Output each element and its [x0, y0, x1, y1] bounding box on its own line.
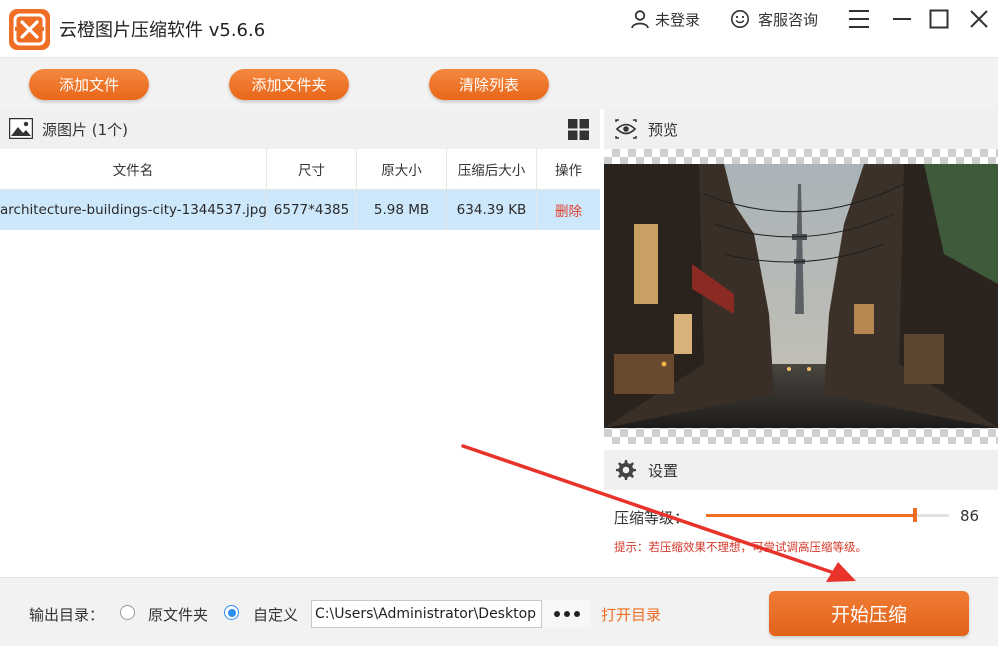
- radio-selected-dot: [227, 608, 236, 617]
- radio-original-folder[interactable]: [120, 605, 135, 620]
- column-header-filename: 文件名: [0, 149, 267, 189]
- app-logo-icon: [9, 9, 50, 50]
- close-icon: [970, 10, 988, 28]
- table-row[interactable]: architecture-buildings-city-1344537.jpg …: [0, 190, 600, 230]
- close-button[interactable]: [966, 6, 992, 32]
- original-size-cell: 5.98 MB: [357, 190, 447, 229]
- settings-header: 设置: [604, 450, 998, 490]
- table-header: 文件名 尺寸 原大小 压缩后大小 操作: [0, 149, 600, 190]
- smiley-icon: [731, 10, 749, 28]
- user-icon: [631, 10, 649, 29]
- gear-icon: [616, 460, 636, 480]
- source-images-label: 源图片 (1个): [42, 121, 129, 139]
- maximize-button[interactable]: [926, 6, 952, 32]
- dimensions-cell: 6577*4385: [267, 190, 357, 229]
- customer-service-button[interactable]: 客服咨询: [730, 8, 818, 30]
- column-header-dimensions: 尺寸: [267, 149, 357, 189]
- settings-label: 设置: [648, 462, 679, 480]
- grid-icon: [568, 119, 589, 140]
- compression-hint: 提示：若压缩效果不理想，可尝试调高压缩等级。: [614, 540, 867, 554]
- compression-slider[interactable]: [706, 508, 949, 522]
- more-dots-icon: [553, 611, 560, 617]
- preview-label: 预览: [648, 121, 679, 139]
- app-title: 云橙图片压缩软件 v5.6.6: [59, 20, 266, 41]
- eye-icon: [615, 119, 637, 139]
- maximize-icon: [929, 9, 949, 29]
- output-dir-label: 输出目录：: [29, 606, 105, 624]
- filename-cell: architecture-buildings-city-1344537.jpg: [0, 190, 267, 229]
- minimize-button[interactable]: [889, 6, 915, 32]
- output-bar: 输出目录： 原文件夹 自定义 C:\Users\Administrator\De…: [0, 577, 998, 646]
- column-header-original-size: 原大小: [357, 149, 447, 189]
- browse-button[interactable]: [541, 600, 591, 628]
- login-label: 未登录: [655, 10, 701, 29]
- hamburger-icon: [849, 10, 869, 28]
- title-bar: 云橙图片压缩软件 v5.6.6 未登录 客服咨询: [0, 0, 998, 58]
- preview-header: 预览: [604, 109, 998, 149]
- compression-slider-fill: [706, 514, 915, 517]
- settings-panel: 压缩等级： 86 提示：若压缩效果不理想，可尝试调高压缩等级。: [604, 490, 998, 576]
- option-custom-label: 自定义: [253, 606, 299, 624]
- preview-area: [604, 149, 998, 444]
- menu-button[interactable]: [846, 6, 872, 32]
- compression-level-value: 86: [960, 507, 980, 525]
- preview-image: [604, 164, 998, 428]
- toolbar: 添加文件 添加文件夹 清除列表: [0, 58, 998, 109]
- compression-level-label: 压缩等级：: [614, 509, 690, 527]
- source-images-header: 源图片 (1个): [0, 109, 600, 149]
- column-header-action: 操作: [555, 163, 582, 179]
- option-original-folder-label: 原文件夹: [148, 606, 209, 624]
- open-folder-link[interactable]: 打开目录: [601, 604, 661, 625]
- clear-list-button[interactable]: 清除列表: [429, 69, 549, 100]
- service-label: 客服咨询: [758, 10, 819, 29]
- output-path-value: C:\Users\Administrator\Desktop: [315, 606, 537, 622]
- radio-custom-folder[interactable]: [224, 605, 239, 620]
- grid-view-button[interactable]: [568, 119, 589, 140]
- add-folder-button[interactable]: 添加文件夹: [229, 69, 349, 100]
- compressed-size-cell: 634.39 KB: [447, 190, 537, 229]
- minimize-icon: [893, 18, 911, 20]
- start-compress-button[interactable]: 开始压缩: [769, 591, 969, 636]
- compression-slider-handle[interactable]: [913, 508, 917, 522]
- image-icon: [9, 118, 33, 139]
- login-button[interactable]: 未登录: [630, 8, 700, 30]
- column-header-compressed-size: 压缩后大小: [447, 149, 537, 189]
- add-file-button[interactable]: 添加文件: [29, 69, 149, 100]
- delete-link[interactable]: 删除: [555, 200, 582, 220]
